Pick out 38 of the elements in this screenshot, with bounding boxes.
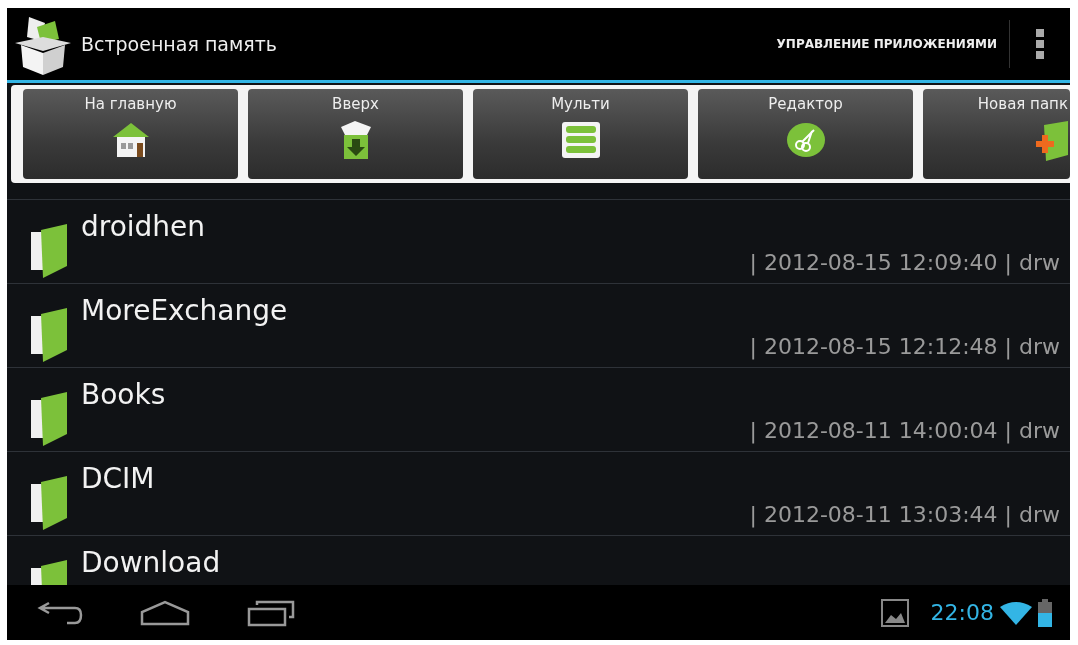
- home-button[interactable]: [139, 599, 191, 626]
- window-title: Встроенная память: [81, 33, 278, 55]
- back-button[interactable]: [37, 600, 83, 625]
- folder-row[interactable]: DCIM | 2012-08-11 13:03:44 | drw: [7, 451, 1070, 535]
- folder-name: DCIM: [81, 462, 155, 496]
- folder-details: | 2012-08-15 12:12:48 | drw: [749, 334, 1060, 359]
- folder-row[interactable]: droidhen | 2012-08-15 12:09:40 | drw: [7, 199, 1070, 283]
- menu-icon: [1036, 29, 1044, 59]
- box-arrow-icon: [338, 121, 373, 161]
- folder-details: | 2012-08-11 13:03:44 | drw: [749, 502, 1060, 527]
- back-icon: [37, 600, 83, 625]
- clock-time: 22:08: [930, 600, 994, 625]
- folder-icon: [31, 222, 67, 278]
- toolbar-button[interactable]: На главную: [23, 89, 238, 179]
- folder-name: Books: [81, 378, 166, 412]
- toolbar-button[interactable]: Мульти: [473, 89, 688, 179]
- toolbar-button[interactable]: Редактор: [698, 89, 913, 179]
- image-icon: [880, 598, 909, 627]
- folder-row[interactable]: MoreExchange | 2012-08-15 12:12:48 | drw: [7, 283, 1070, 367]
- wifi-icon: [1000, 600, 1032, 625]
- scissors-icon: [785, 121, 826, 159]
- toolbar-button[interactable]: Новая папк: [923, 89, 1070, 179]
- recent-apps-icon: [247, 598, 295, 627]
- manage-apps-button[interactable]: УПРАВЛЕНИЕ ПРИЛОЖЕНИЯМИ: [764, 20, 1010, 68]
- folder-details: | 2012-08-15 12:09:40 | drw: [749, 250, 1060, 275]
- folder-name: droidhen: [81, 210, 206, 244]
- folder-icon: [31, 390, 67, 446]
- folder-name: Download: [81, 546, 221, 580]
- folder-icon: [31, 306, 67, 362]
- home-icon: [139, 599, 191, 626]
- folder-row[interactable]: Books | 2012-08-11 14:00:04 | drw: [7, 367, 1070, 451]
- recent-apps-button[interactable]: [247, 598, 295, 627]
- battery-icon: [1038, 598, 1052, 627]
- toolbar-button[interactable]: Вверх: [248, 89, 463, 179]
- folder-name: MoreExchange: [81, 294, 288, 328]
- list-icon: [560, 121, 601, 159]
- folder-icon: [31, 474, 67, 530]
- folder-details: | 2012-08-11 14:00:04 | drw: [749, 418, 1060, 443]
